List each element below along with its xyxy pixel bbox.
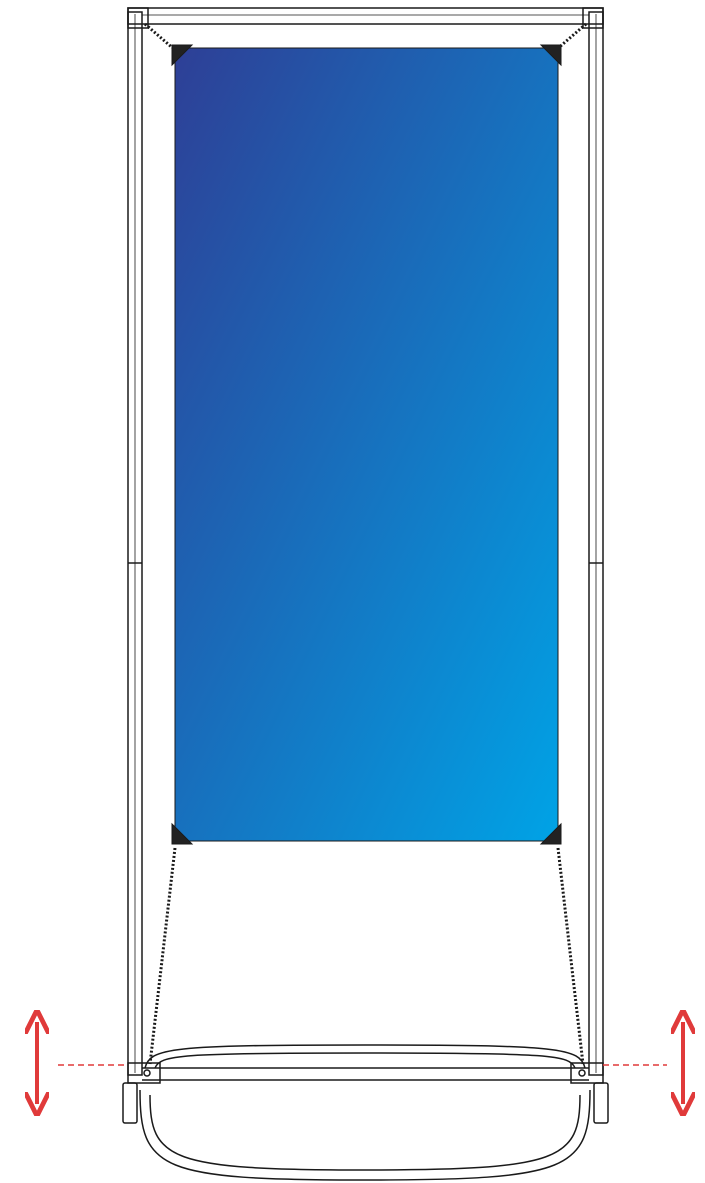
spring-top-left (144, 22, 176, 52)
poster-label-line2: poster height (239, 977, 494, 1021)
bottom-right-pin (578, 1069, 586, 1077)
base-back (144, 1044, 586, 1069)
base-inner (149, 1094, 581, 1171)
base-outer (139, 1089, 591, 1181)
bottom-left-pin (143, 1069, 151, 1077)
left-foot (122, 1082, 138, 1124)
poster (174, 47, 559, 842)
right-foot (593, 1082, 609, 1124)
top-bar (127, 7, 604, 25)
height-indicator-left (37, 1022, 128, 1104)
poster-label-line1: Adjustable (264, 927, 469, 971)
spring-bottom-left-short-diag (148, 847, 177, 1065)
spring-bottom-right-short-diag (556, 847, 585, 1065)
base-back-inner (154, 1052, 576, 1069)
height-indicator-right (603, 1022, 683, 1104)
